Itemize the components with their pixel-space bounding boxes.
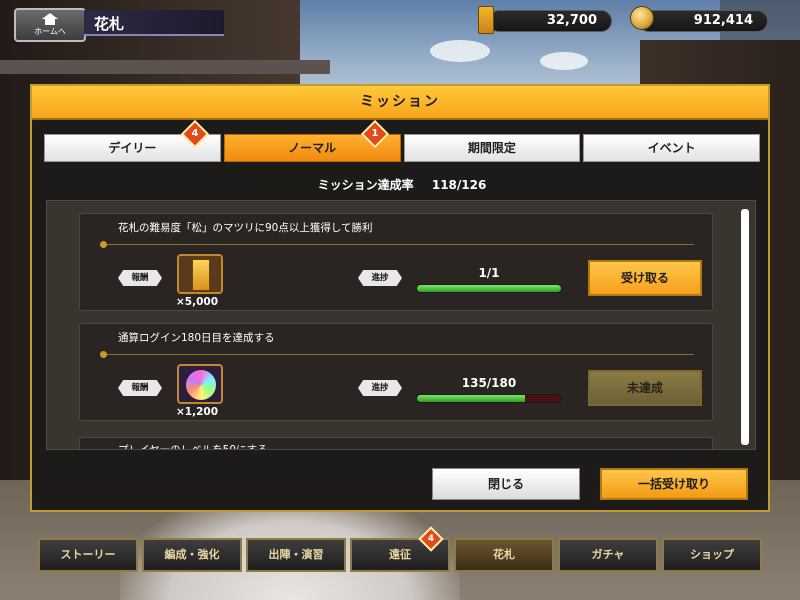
nav-label: ストーリー — [60, 548, 116, 561]
mission-card: プレイヤーのレベルを50にする — [79, 437, 713, 450]
reward-quantity: ×5,000 — [176, 296, 219, 308]
bottom-nav: ストーリー 編成・強化 出陣・演習 遠征 4 花札 ガチャ ショップ — [38, 526, 762, 574]
mission-title: プレイヤーのレベルを50にする — [118, 444, 268, 450]
nav-label: ガチャ — [591, 548, 625, 561]
tab-event[interactable]: イベント — [583, 134, 760, 162]
nav-label: 編成・強化 — [164, 548, 220, 561]
ticket-icon — [478, 6, 494, 34]
completion-rate-value: 118/126 — [431, 178, 487, 192]
progress-fill — [417, 285, 561, 292]
tab-label: イベント — [647, 141, 696, 155]
tab-label: 期間限定 — [467, 141, 516, 155]
nav-formation[interactable]: 編成・強化 — [142, 538, 242, 572]
nav-hanafuda[interactable]: 花札 — [454, 538, 554, 572]
mission-card: 花札の難易度「松」のマツリに90点以上獲得して勝利 報酬 ×5,000 進捗 1… — [79, 213, 713, 311]
reward-quantity: ×1,200 — [176, 406, 219, 418]
progress-tag: 進捗 — [358, 270, 402, 286]
notification-badge: 4 — [180, 119, 210, 149]
mission-card: 通算ログイン180日目を達成する 報酬 ×1,200 進捗 135/180 未達… — [79, 323, 713, 421]
coin-balance: 912,414 — [638, 10, 768, 32]
reward-tag: 報酬 — [118, 270, 162, 286]
mission-list[interactable]: 花札の難易度「松」のマツリに90点以上獲得して勝利 報酬 ×5,000 進捗 1… — [46, 200, 756, 450]
completion-rate: ミッション達成率 118/126 — [32, 176, 772, 193]
divider — [100, 351, 694, 358]
progress-value: 1/1 — [478, 266, 500, 280]
nav-sortie[interactable]: 出陣・演習 — [246, 538, 346, 572]
progress-value: 135/180 — [461, 376, 517, 390]
nav-story[interactable]: ストーリー — [38, 538, 138, 572]
mission-title: 通算ログイン180日目を達成する — [118, 332, 275, 344]
cloud — [540, 52, 588, 70]
ticket-balance: 32,700 — [488, 10, 612, 32]
progress-tag: 進捗 — [358, 380, 402, 396]
tab-daily[interactable]: デイリー 4 — [44, 119, 221, 162]
coin-icon — [630, 6, 654, 30]
claim-button[interactable]: 受け取る — [588, 260, 702, 296]
progress-bar — [416, 394, 562, 403]
scrollbar[interactable] — [741, 209, 749, 445]
completion-rate-label: ミッション達成率 — [317, 178, 414, 192]
nav-label: 遠征 — [389, 548, 411, 561]
page-title: 花札 — [84, 10, 224, 36]
mission-title: 花札の難易度「松」のマツリに90点以上獲得して勝利 — [118, 222, 373, 234]
tab-limited[interactable]: 期間限定 — [403, 134, 581, 162]
nav-label: 出陣・演習 — [268, 548, 324, 561]
roof — [0, 60, 330, 74]
progress-bar — [416, 284, 562, 293]
nav-expedition[interactable]: 遠征 4 — [350, 526, 450, 572]
claim-all-button[interactable]: 一括受け取り — [600, 468, 748, 500]
tab-bar: デイリー 4 ノーマル 1 期間限定 イベント — [44, 119, 760, 164]
nav-label: ショップ — [690, 548, 734, 561]
notification-badge: 1 — [360, 119, 389, 149]
gold-ticket-icon — [177, 254, 223, 294]
divider — [100, 241, 694, 248]
tab-label: ノーマル — [288, 141, 337, 155]
reward-tag: 報酬 — [118, 380, 162, 396]
incomplete-button[interactable]: 未達成 — [588, 370, 702, 406]
home-button[interactable]: ホームへ — [14, 8, 86, 42]
rainbow-gem-icon — [177, 364, 223, 404]
cloud — [430, 40, 490, 62]
tab-normal[interactable]: ノーマル 1 — [223, 119, 401, 162]
mission-dialog: ミッション デイリー 4 ノーマル 1 期間限定 イベント ミッション達成率 1… — [30, 84, 770, 512]
close-button[interactable]: 閉じる — [432, 468, 580, 500]
progress-fill — [417, 395, 525, 402]
nav-label: 花札 — [493, 548, 515, 561]
tab-label: デイリー — [108, 141, 157, 155]
home-button-label: ホームへ — [34, 27, 66, 36]
nav-gacha[interactable]: ガチャ — [558, 538, 658, 572]
dialog-title: ミッション — [32, 86, 768, 120]
home-icon — [42, 13, 58, 25]
nav-shop[interactable]: ショップ — [662, 538, 762, 572]
